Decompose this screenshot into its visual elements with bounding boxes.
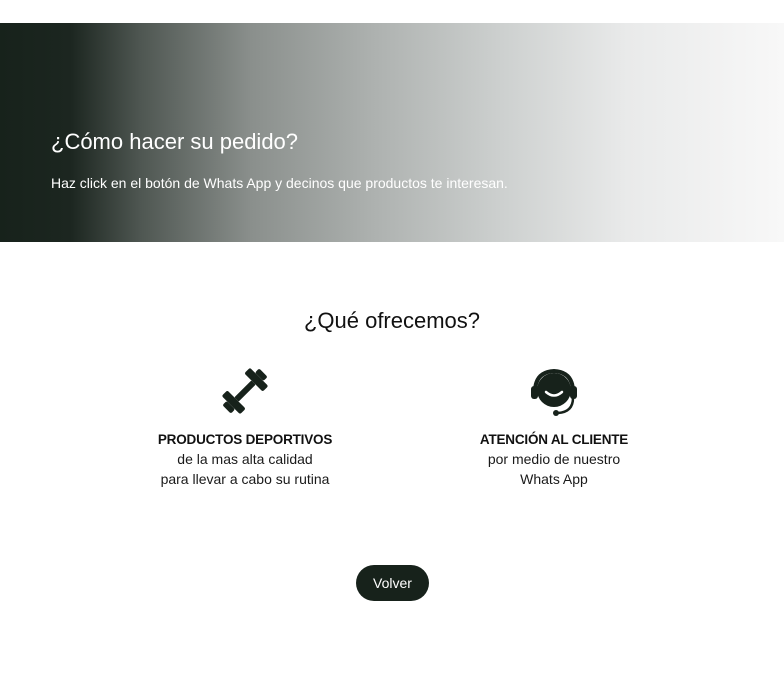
feature-title: PRODUCTOS DEPORTIVOS (157, 432, 333, 447)
hero-subtitle: Haz click en el botón de Whats App y dec… (51, 175, 508, 191)
feature-description-line: por medio de nuestro (487, 451, 621, 467)
hero-banner: ¿Cómo hacer su pedido? Haz click en el b… (0, 23, 784, 242)
feature-description-line: Whats App (520, 470, 588, 487)
feature-title: ATENCIÓN AL CLIENTE (479, 432, 629, 447)
feature-description-line: de la mas alta calidad (177, 451, 313, 467)
hero-title: ¿Cómo hacer su pedido? (51, 129, 299, 154)
section-title: ¿Qué ofrecemos? (303, 308, 481, 333)
feature-description-line: para llevar a cabo su rutina (160, 470, 330, 487)
back-button[interactable]: Volver (356, 565, 429, 601)
dumbbell-icon (125, 362, 365, 420)
feature-customer-service: ATENCIÓN AL CLIENTE por medio de nuestro… (434, 362, 674, 489)
feature-sports-products: PRODUCTOS DEPORTIVOS de la mas alta cali… (125, 362, 365, 489)
headset-icon (434, 362, 674, 420)
